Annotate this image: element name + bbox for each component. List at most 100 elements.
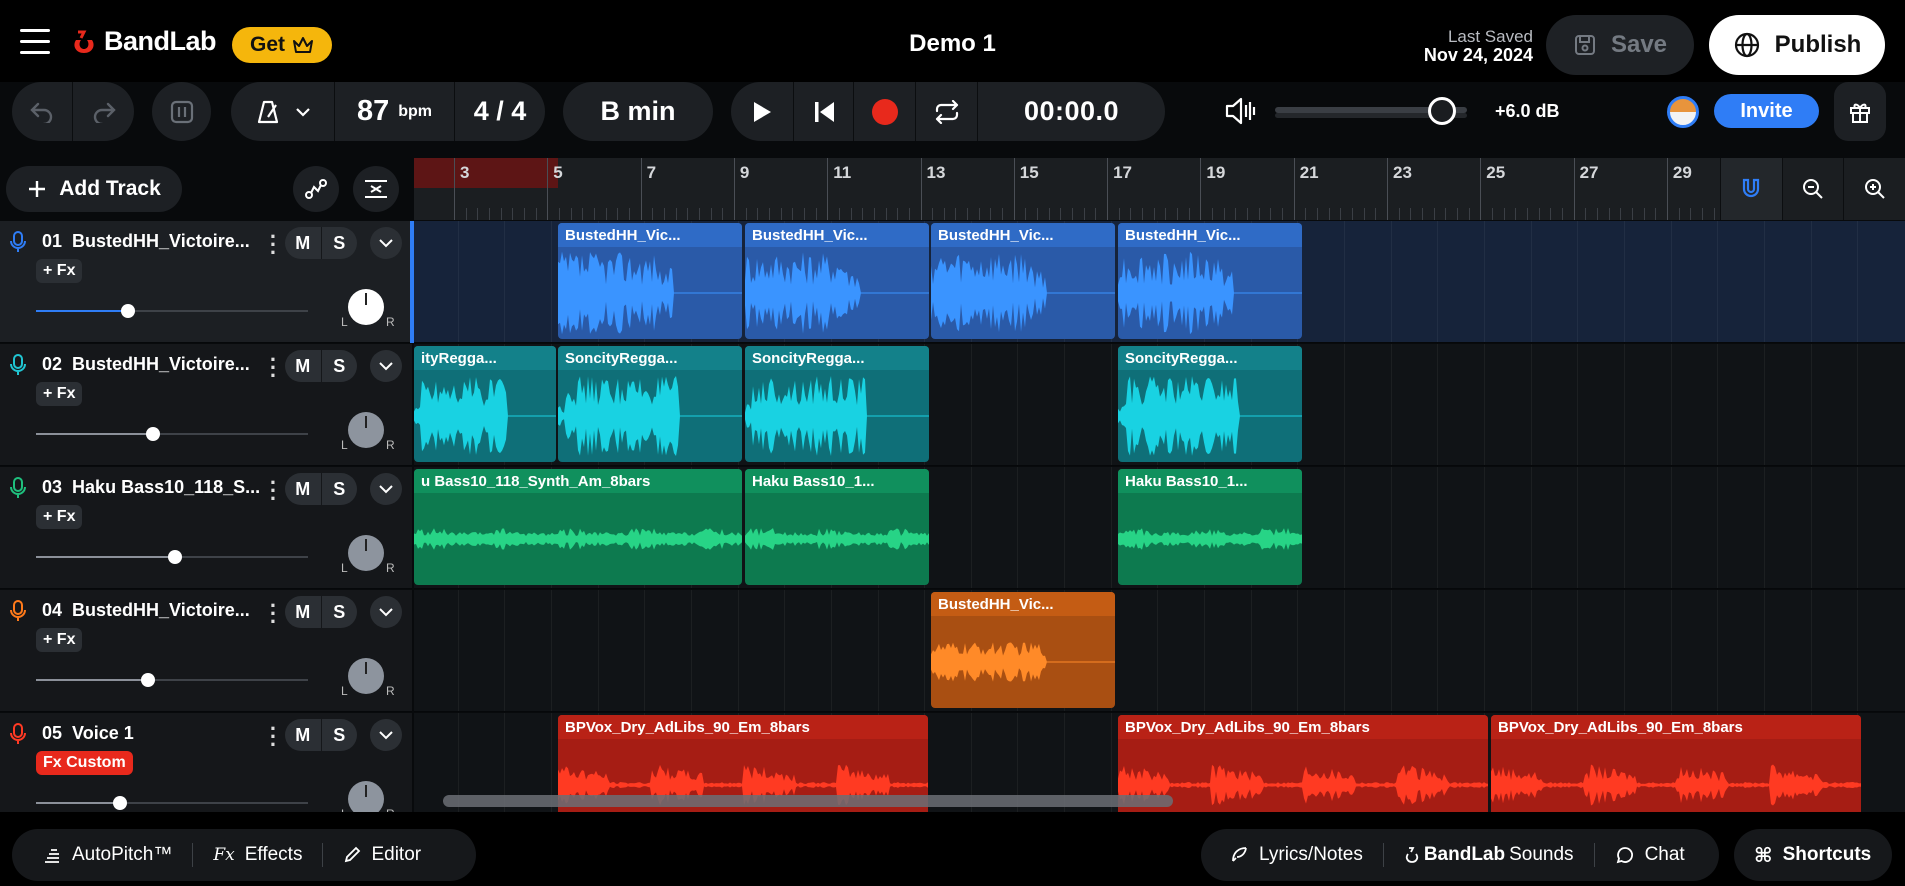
volume-knob[interactable] bbox=[121, 304, 136, 318]
play-button[interactable] bbox=[731, 82, 794, 141]
solo-button[interactable]: S bbox=[322, 473, 358, 505]
speaker-icon[interactable] bbox=[1224, 96, 1258, 126]
pan-knob[interactable] bbox=[348, 781, 384, 812]
gift-button[interactable] bbox=[1834, 82, 1886, 141]
audio-clip[interactable]: BPVox_Dry_AdLibs_90_Em_8bars bbox=[1118, 715, 1488, 812]
more-options-icon[interactable]: · · · bbox=[268, 472, 278, 510]
solo-button[interactable]: S bbox=[322, 350, 358, 382]
avatar[interactable] bbox=[1667, 96, 1699, 128]
expand-track-button[interactable] bbox=[370, 227, 402, 259]
track-volume-slider[interactable] bbox=[36, 673, 308, 687]
expand-track-button[interactable] bbox=[370, 350, 402, 382]
editor-button[interactable]: Editor bbox=[323, 829, 441, 881]
metronome-button[interactable] bbox=[231, 82, 335, 141]
track-name[interactable]: 02 BustedHH_Victoire... bbox=[42, 354, 250, 375]
effects-button[interactable]: Fx Effects bbox=[193, 829, 322, 881]
track-name[interactable]: 03 Haku Bass10_118_S... bbox=[42, 477, 260, 498]
add-fx-button[interactable]: + Fx bbox=[36, 382, 83, 406]
track-lane[interactable]: ityRegga... SoncityRegga... SoncityRegga… bbox=[414, 344, 1905, 466]
audio-clip[interactable]: SoncityRegga... bbox=[558, 346, 742, 462]
track-header[interactable]: 02 BustedHH_Victoire... · · · M S + Fx L R bbox=[0, 344, 412, 466]
expand-track-button[interactable] bbox=[370, 719, 402, 751]
mute-button[interactable]: M bbox=[285, 227, 322, 259]
save-button[interactable]: Save bbox=[1546, 15, 1694, 75]
audio-clip[interactable]: BustedHH_Vic... bbox=[931, 223, 1115, 339]
mute-button[interactable]: M bbox=[285, 719, 322, 751]
track-lane[interactable]: BustedHH_Vic... BustedHH_Vic... BustedHH… bbox=[414, 221, 1905, 343]
track-lane[interactable]: u Bass10_118_Synth_Am_8bars Haku Bass10_… bbox=[414, 467, 1905, 589]
record-button[interactable] bbox=[854, 82, 916, 141]
mute-button[interactable]: M bbox=[285, 596, 322, 628]
audio-clip[interactable]: Haku Bass10_1... bbox=[1118, 469, 1302, 585]
track-header[interactable]: 04 BustedHH_Victoire... · · · M S + Fx L R bbox=[0, 590, 412, 712]
automation-button[interactable] bbox=[293, 166, 339, 212]
track-volume-slider[interactable] bbox=[36, 550, 308, 564]
audio-clip[interactable]: BustedHH_Vic... bbox=[1118, 223, 1302, 339]
autopitch-button[interactable]: AutoPitch™ bbox=[12, 829, 192, 881]
mute-button[interactable]: M bbox=[285, 473, 322, 505]
fit-tracks-button[interactable] bbox=[353, 166, 399, 212]
track-header[interactable]: 05 Voice 1 ··· M S Fx Custom L R bbox=[0, 713, 412, 812]
track-header[interactable]: 03 Haku Bass10_118_S... · · · M S + Fx L R bbox=[0, 467, 412, 589]
skip-to-start-button[interactable] bbox=[794, 82, 854, 141]
track-volume-slider[interactable] bbox=[36, 796, 308, 810]
expand-track-button[interactable] bbox=[370, 596, 402, 628]
zoom-in-button[interactable] bbox=[1843, 158, 1905, 220]
volume-knob[interactable] bbox=[167, 550, 182, 564]
split-button[interactable] bbox=[152, 82, 211, 141]
audio-clip[interactable]: SoncityRegga... bbox=[745, 346, 929, 462]
add-fx-button[interactable]: + Fx bbox=[36, 259, 83, 283]
timeline-ruler[interactable]: 3 5 7 9 11 13 15 17 19 21 23 25 27 29 bbox=[414, 158, 1724, 220]
volume-knob[interactable] bbox=[145, 427, 160, 441]
pan-knob[interactable] bbox=[348, 658, 384, 694]
add-fx-button[interactable]: + Fx bbox=[36, 505, 83, 529]
zoom-out-button[interactable] bbox=[1781, 158, 1844, 220]
solo-button[interactable]: S bbox=[322, 596, 358, 628]
redo-button[interactable] bbox=[73, 82, 134, 141]
more-options-icon[interactable]: · · · bbox=[268, 595, 278, 633]
track-lane[interactable]: BustedHH_Vic... bbox=[414, 590, 1905, 712]
lyrics-notes-button[interactable]: Lyrics/Notes bbox=[1201, 829, 1383, 881]
bpm-field[interactable]: 87 bpm bbox=[335, 82, 455, 141]
track-name[interactable]: 04 BustedHH_Victoire... bbox=[42, 600, 250, 621]
volume-knob[interactable] bbox=[113, 796, 128, 810]
audio-clip[interactable]: ityRegga... bbox=[414, 346, 556, 462]
undo-button[interactable] bbox=[12, 82, 73, 141]
publish-button[interactable]: Publish bbox=[1709, 15, 1885, 75]
track-name[interactable]: 05 Voice 1 bbox=[42, 723, 134, 744]
invite-button[interactable]: Invite bbox=[1714, 94, 1819, 128]
solo-button[interactable]: S bbox=[322, 227, 358, 259]
track-name[interactable]: 01 BustedHH_Victoire... bbox=[42, 231, 250, 252]
menu-icon[interactable] bbox=[20, 29, 50, 55]
mute-button[interactable]: M bbox=[285, 350, 322, 382]
audio-clip[interactable]: BustedHH_Vic... bbox=[745, 223, 929, 339]
track-volume-slider[interactable] bbox=[36, 304, 308, 318]
add-track-button[interactable]: Add Track bbox=[6, 166, 182, 212]
horizontal-scrollbar[interactable] bbox=[443, 795, 1173, 807]
time-signature-field[interactable]: 4 / 4 bbox=[455, 82, 545, 141]
more-options-icon[interactable]: · · · bbox=[268, 718, 278, 756]
solo-button[interactable]: S bbox=[322, 719, 358, 751]
add-fx-button[interactable]: + Fx bbox=[36, 628, 83, 652]
pan-knob[interactable] bbox=[348, 535, 384, 571]
master-volume-knob[interactable] bbox=[1428, 97, 1456, 125]
audio-clip[interactable]: BustedHH_Vic... bbox=[558, 223, 742, 339]
pan-knob[interactable] bbox=[348, 412, 384, 448]
fx-custom-badge[interactable]: Fx Custom bbox=[36, 751, 133, 775]
expand-track-button[interactable] bbox=[370, 473, 402, 505]
track-volume-slider[interactable] bbox=[36, 427, 308, 441]
audio-clip[interactable]: Haku Bass10_1... bbox=[745, 469, 929, 585]
chat-button[interactable]: Chat bbox=[1595, 829, 1705, 881]
key-selector[interactable]: B min bbox=[563, 82, 713, 141]
audio-clip[interactable]: BPVox_Dry_AdLibs_90_Em_8bars bbox=[1491, 715, 1861, 812]
snap-button[interactable] bbox=[1720, 158, 1782, 220]
loop-region[interactable] bbox=[414, 158, 558, 188]
time-display[interactable]: 00:00.0 bbox=[978, 82, 1165, 141]
audio-clip[interactable]: SoncityRegga... bbox=[1118, 346, 1302, 462]
bandlab-logo[interactable]: BandLab bbox=[70, 26, 217, 57]
audio-clip[interactable]: u Bass10_118_Synth_Am_8bars bbox=[414, 469, 742, 585]
bandlab-sounds-button[interactable]: BandLab Sounds bbox=[1384, 829, 1594, 881]
more-options-icon[interactable]: · · · bbox=[268, 226, 278, 264]
shortcuts-button[interactable]: ⌘ Shortcuts bbox=[1734, 829, 1892, 881]
more-options-icon[interactable]: · · · bbox=[268, 349, 278, 387]
